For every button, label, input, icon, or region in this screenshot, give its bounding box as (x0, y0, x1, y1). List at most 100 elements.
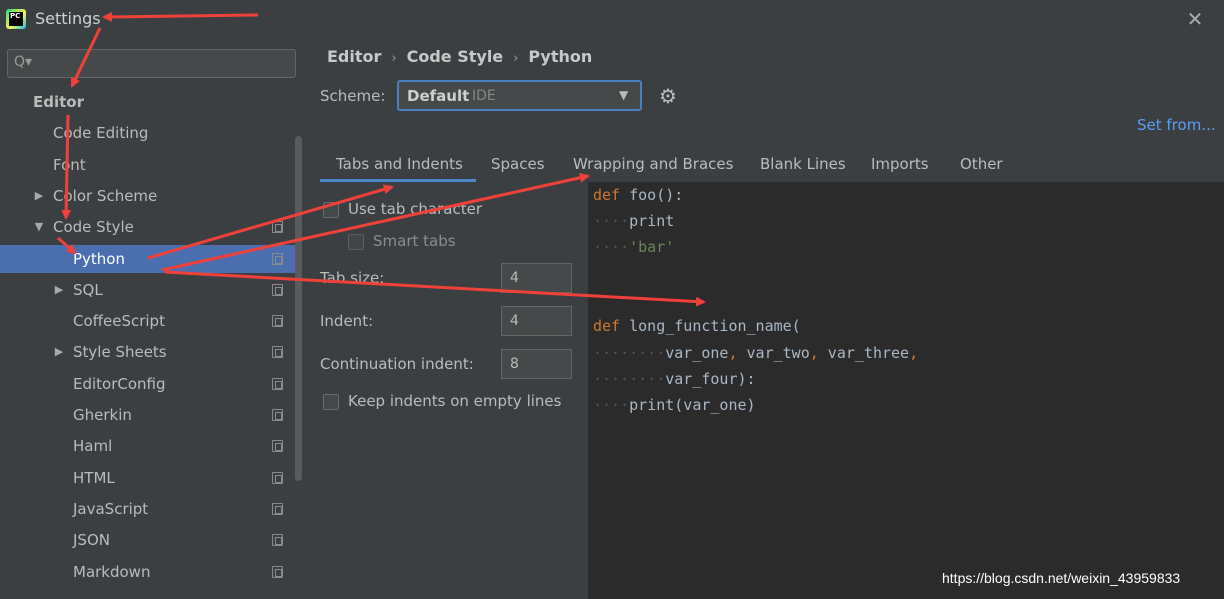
settings-sidebar: Q▾ Editor Code Editing Font ▶ Color Scheme ▼ C… (0, 38, 306, 599)
sidebar-item-gherkin[interactable]: Gherkin (0, 401, 296, 429)
sidebar-scrollbar[interactable] (295, 136, 302, 481)
keep-indents-checkbox[interactable] (323, 394, 339, 410)
sidebar-item-label: Markdown (73, 562, 151, 581)
tab-spaces[interactable]: Spaces (491, 155, 545, 173)
pycharm-logo-icon: PC (6, 9, 26, 29)
app-icon-text: PC (9, 12, 23, 26)
title-bar: PC Settings ✕ (0, 0, 1224, 38)
sidebar-item-html[interactable]: HTML (0, 464, 296, 492)
code-text: long_function_name( (620, 317, 801, 335)
sidebar-item-markdown[interactable]: Markdown (0, 558, 296, 586)
sidebar-item-label: Haml (73, 437, 113, 456)
project-scope-icon (272, 252, 283, 265)
indent-field[interactable]: 4 (501, 306, 572, 336)
code-preview[interactable]: def foo(): ···· print ····'bar' def long_… (588, 182, 1224, 599)
code-line: ····'bar' (593, 238, 674, 256)
tab-imports[interactable]: Imports (871, 155, 929, 173)
sidebar-item-code-style[interactable]: ▼ Code Style (0, 213, 296, 241)
main-panel: Editor › Code Style › Python Scheme: Default… (306, 38, 1224, 599)
expand-right-icon[interactable]: ▶ (33, 182, 45, 210)
tab-blank-lines[interactable]: Blank Lines (760, 155, 846, 173)
indent-label: Indent: (320, 312, 374, 330)
scheme-dropdown[interactable]: Default IDE ▼ (397, 80, 642, 111)
sidebar-item-label: JavaScript (73, 499, 149, 518)
continuation-indent-field[interactable]: 8 (501, 349, 572, 379)
tab-size-label: Tab size: (320, 269, 385, 287)
tab-size-field[interactable]: 4 (501, 263, 572, 293)
expand-right-icon[interactable]: ▶ (53, 276, 65, 304)
project-scope-icon (272, 283, 283, 296)
expand-down-icon[interactable]: ▼ (33, 213, 45, 241)
code-comma: , (728, 344, 738, 362)
sidebar-item-label: Style Sheets (73, 343, 167, 362)
whitespace-dots: ···· (593, 238, 630, 256)
code-line: ····print(var_one) (593, 396, 756, 414)
sidebar-item-javascript[interactable]: JavaScript (0, 495, 296, 523)
scheme-sub: IDE (472, 88, 496, 104)
sidebar-item-label: SQL (73, 280, 103, 299)
sidebar-item-font[interactable]: Font (0, 151, 296, 179)
sidebar-item-sql[interactable]: ▶ SQL (0, 276, 296, 304)
breadcrumb: Editor › Code Style › Python (327, 47, 592, 66)
code-text: var_two (737, 344, 810, 362)
sidebar-item-label: Code Style (53, 218, 134, 237)
project-scope-icon (272, 565, 283, 578)
sidebar-item-code-editing[interactable]: Code Editing (0, 119, 296, 147)
smart-tabs-label: Smart tabs (373, 232, 456, 250)
code-keyword: def (593, 186, 621, 204)
sidebar-item-label: Color Scheme (53, 186, 158, 205)
sidebar-item-color-scheme[interactable]: ▶ Color Scheme (0, 182, 296, 210)
project-scope-icon (272, 440, 283, 453)
options-panel: Use tab character Smart tabs Tab size: 4… (306, 182, 588, 599)
sidebar-item-editor[interactable]: Editor (0, 88, 296, 116)
project-scope-icon (272, 502, 283, 515)
sidebar-item-label: Editor (33, 93, 84, 111)
search-icon: Q▾ (14, 54, 33, 70)
tab-other[interactable]: Other (960, 155, 1003, 173)
code-text: var_three (818, 344, 910, 362)
chevron-down-icon: ▼ (619, 88, 629, 102)
tab-wrapping-and-braces[interactable]: Wrapping and Braces (573, 155, 733, 173)
whitespace-dots: ········ (593, 370, 666, 388)
scheme-value: Default (407, 87, 470, 105)
sidebar-item-style-sheets[interactable]: ▶ Style Sheets (0, 338, 296, 366)
code-keyword: def (593, 317, 621, 335)
code-text: print(var_one) (629, 396, 756, 414)
code-text: print (629, 212, 675, 230)
code-line: ········var_one, var_two, var_three, (593, 344, 918, 362)
code-line: def foo(): (593, 186, 683, 204)
sidebar-item-json[interactable]: JSON (0, 526, 296, 554)
search-input[interactable]: Q▾ (7, 49, 296, 78)
code-line: ········var_four): (593, 370, 756, 388)
window-title: Settings (35, 9, 101, 28)
project-scope-icon (272, 409, 283, 421)
code-comma: , (809, 344, 819, 362)
expand-right-icon[interactable]: ▶ (53, 338, 65, 366)
breadcrumb-code-style: Code Style (406, 47, 504, 66)
sidebar-item-coffeescript[interactable]: CoffeeScript (0, 307, 296, 335)
sidebar-item-haml[interactable]: Haml (0, 432, 296, 460)
close-button[interactable]: ✕ (1183, 7, 1207, 31)
sidebar-item-label: EditorConfig (73, 374, 166, 393)
use-tab-character-label: Use tab character (348, 200, 482, 218)
use-tab-character-checkbox[interactable] (323, 202, 339, 218)
sidebar-item-label: Font (53, 155, 86, 174)
whitespace-dots: ········ (593, 344, 666, 362)
gear-icon[interactable]: ⚙ (659, 84, 677, 108)
code-line: def long_function_name( (593, 317, 801, 335)
breadcrumb-editor: Editor (327, 47, 382, 66)
project-scope-icon (272, 471, 283, 484)
whitespace-dots: ···· (593, 396, 630, 414)
watermark-text: https://blog.csdn.net/weixin_43959833 (942, 570, 1181, 586)
project-scope-icon (272, 534, 283, 547)
smart-tabs-checkbox[interactable] (348, 234, 364, 250)
set-from-link[interactable]: Set from... (1137, 116, 1216, 134)
sidebar-item-editorconfig[interactable]: EditorConfig (0, 370, 296, 398)
breadcrumb-separator: › (513, 51, 519, 66)
continuation-indent-label: Continuation indent: (320, 355, 474, 373)
keep-indents-label: Keep indents on empty lines (348, 392, 562, 410)
sidebar-item-python[interactable]: Python (0, 244, 296, 273)
project-scope-icon (272, 221, 283, 234)
sidebar-item-label: Python (73, 249, 125, 268)
tab-tabs-and-indents[interactable]: Tabs and Indents (336, 155, 463, 173)
